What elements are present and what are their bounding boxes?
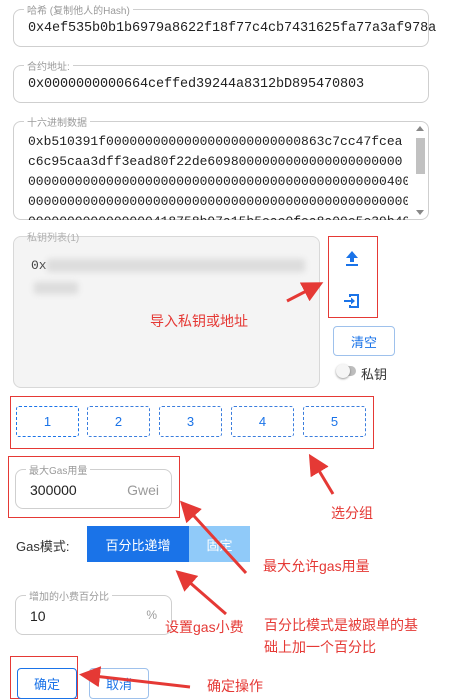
hex-line: c6c95caa3dff3ead80f22de60980000000000000… [28,154,403,169]
confirm-button[interactable]: 确定 [17,668,77,699]
annotation-mode-line-2: 础上加一个百分比 [264,639,376,655]
annotation-mode-line-1: 百分比模式是被跟单的基 [264,617,418,633]
tip-percent-unit: % [146,608,157,622]
arrow-groups [308,453,335,495]
hex-line: 0000000000000000418758b97a15b5eac0fea8a0… [28,212,408,220]
private-key-toggle[interactable] [336,364,356,378]
hex-data-field[interactable]: 十六进制数据 0xb510391f00000000000000000000000… [13,114,429,220]
hash-value: 0x4ef535b0b1b6979a8622f18f77c4cb7431625f… [28,21,437,36]
hash-field[interactable]: 哈希 (复制他人的Hash) 0x4ef535b0b1b6979a8622f18… [13,2,436,47]
hash-label: 哈希 (复制他人的Hash) [24,2,133,17]
hex-data-text: 0xb510391f0000000000000000000000000863c7… [28,132,408,220]
arrow-tip [175,570,227,616]
max-gas-unit: Gwei [127,482,159,498]
annotation-confirm: 确定操作 [207,678,263,694]
upload-icon[interactable] [337,243,367,273]
gas-mode-percent-option[interactable]: 百分比递增 [87,526,189,562]
annotation-import: 导入私钥或地址 [150,313,248,329]
tip-percent-label: 增加的小费百分比 [26,588,112,603]
import-icon[interactable] [337,286,367,316]
hex-line: 0xb510391f0000000000000000000000000863c7… [28,134,403,149]
max-gas-field[interactable]: 最大Gas用量 300000 Gwei [15,462,172,509]
private-key-list-label: 私钥列表(1) [27,233,80,244]
hex-line: 0000000000000000000000000000000000000000… [28,174,408,189]
annotation-tip: 设置gas小费 [165,619,244,635]
hex-scrollbar[interactable] [414,126,426,215]
scroll-up-icon[interactable] [416,126,424,131]
contract-address-label: 合约地址: [24,58,73,73]
cancel-button[interactable]: 取消 [89,668,149,699]
group-button-3[interactable]: 3 [159,406,222,437]
private-key-toggle-label: 私钥 [361,367,388,382]
hex-line: 0000000000000000000000000000000000000000… [28,194,408,209]
group-button-2[interactable]: 2 [87,406,150,437]
gas-mode-label: Gas模式: [16,539,70,554]
gas-mode-fixed-option[interactable]: 固定 [189,526,250,562]
group-button-1[interactable]: 1 [16,406,79,437]
toggle-knob[interactable] [336,364,350,378]
tip-percent-value: 10 [30,608,46,624]
scroll-thumb[interactable] [416,138,425,174]
private-key-prefix: 0x [31,258,47,273]
group-button-5[interactable]: 5 [303,406,366,437]
hex-data-label: 十六进制数据 [24,114,90,129]
group-button-4[interactable]: 4 [231,406,294,437]
clear-button[interactable]: 清空 [333,326,395,356]
masked-key-line-1 [47,259,305,272]
scroll-down-icon[interactable] [416,210,424,215]
annotation-max-gas: 最大允许gas用量 [263,558,370,574]
max-gas-label: 最大Gas用量 [26,462,91,477]
tip-percent-field[interactable]: 增加的小费百分比 10 % [15,588,172,635]
annotation-groups: 选分组 [331,505,373,521]
contract-address-field[interactable]: 合约地址: 0x0000000000664ceffed39244a8312bD8… [13,58,429,103]
masked-key-line-2 [34,282,78,294]
max-gas-value: 300000 [30,482,77,498]
page: 哈希 (复制他人的Hash) 0x4ef535b0b1b6979a8622f18… [0,0,455,699]
contract-address-value: 0x0000000000664ceffed39244a8312bD8954708… [28,77,365,92]
